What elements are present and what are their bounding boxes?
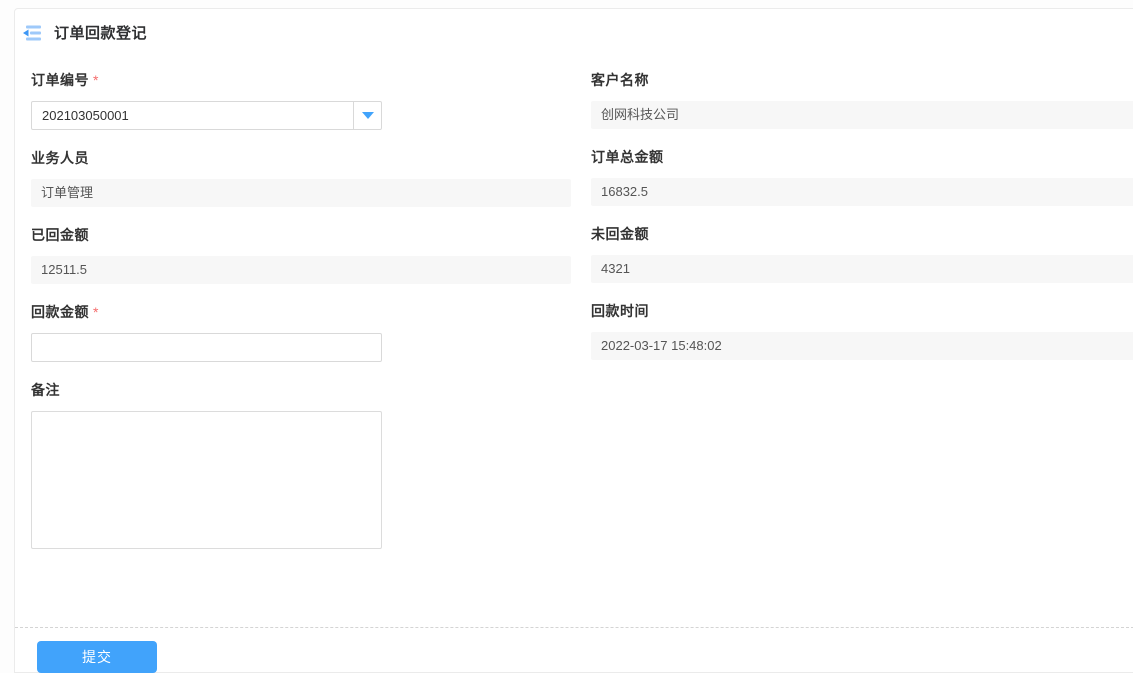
received-amount-value: 12511.5: [31, 256, 571, 284]
customer-name-value: 创网科技公司: [591, 101, 1133, 129]
order-number-label-text: 订单编号: [31, 72, 89, 88]
received-amount-label: 已回金额: [31, 228, 571, 243]
remarks-label: 备注: [31, 383, 571, 398]
field-payment-time: 回款时间 2022-03-17 15:48:02: [591, 304, 1133, 360]
required-asterisk: *: [93, 304, 99, 320]
payment-amount-label-text: 回款金额: [31, 304, 89, 320]
page-title: 订单回款登记: [54, 22, 147, 43]
order-number-select[interactable]: 202103050001: [31, 101, 382, 130]
unreceived-amount-value: 4321: [591, 255, 1133, 283]
salesperson-label: 业务人员: [31, 151, 571, 166]
form-footer: 提交: [15, 627, 1133, 673]
field-order-number: 订单编号* 202103050001: [31, 73, 571, 130]
payment-registration-form: 订单编号* 202103050001 业务人员 订单管理 已回金额 12511.…: [15, 57, 1133, 570]
form-right-column: 客户名称 创网科技公司 订单总金额 16832.5 未回金额 4321 回款时间…: [591, 73, 1133, 570]
customer-name-label: 客户名称: [591, 73, 1133, 88]
form-left-column: 订单编号* 202103050001 业务人员 订单管理 已回金额 12511.…: [31, 73, 571, 570]
submit-button[interactable]: 提交: [37, 641, 157, 673]
field-remarks: 备注: [31, 383, 571, 549]
salesperson-value: 订单管理: [31, 179, 571, 207]
collapse-back-icon[interactable]: [20, 23, 44, 43]
field-salesperson: 业务人员 订单管理: [31, 151, 571, 207]
order-payment-registration-card: 订单回款登记 订单编号* 202103050001 业务人员 订单管理: [14, 8, 1133, 673]
field-payment-amount: 回款金额*: [31, 305, 571, 362]
field-received-amount: 已回金额 12511.5: [31, 228, 571, 284]
remarks-textarea[interactable]: [31, 411, 382, 549]
field-order-total: 订单总金额 16832.5: [591, 150, 1133, 206]
unreceived-amount-label: 未回金额: [591, 227, 1133, 242]
order-total-value: 16832.5: [591, 178, 1133, 206]
field-customer-name: 客户名称 创网科技公司: [591, 73, 1133, 129]
order-number-select-caret-box[interactable]: [353, 102, 381, 129]
order-total-label: 订单总金额: [591, 150, 1133, 165]
payment-amount-label: 回款金额*: [31, 305, 571, 320]
chevron-down-icon: [362, 112, 374, 119]
payment-time-label: 回款时间: [591, 304, 1133, 319]
page-header: 订单回款登记: [15, 9, 1133, 57]
order-number-select-value: 202103050001: [32, 102, 353, 129]
payment-time-value: 2022-03-17 15:48:02: [591, 332, 1133, 360]
payment-amount-input[interactable]: [31, 333, 382, 362]
required-asterisk: *: [93, 72, 99, 88]
order-number-label: 订单编号*: [31, 73, 571, 88]
field-unreceived-amount: 未回金额 4321: [591, 227, 1133, 283]
